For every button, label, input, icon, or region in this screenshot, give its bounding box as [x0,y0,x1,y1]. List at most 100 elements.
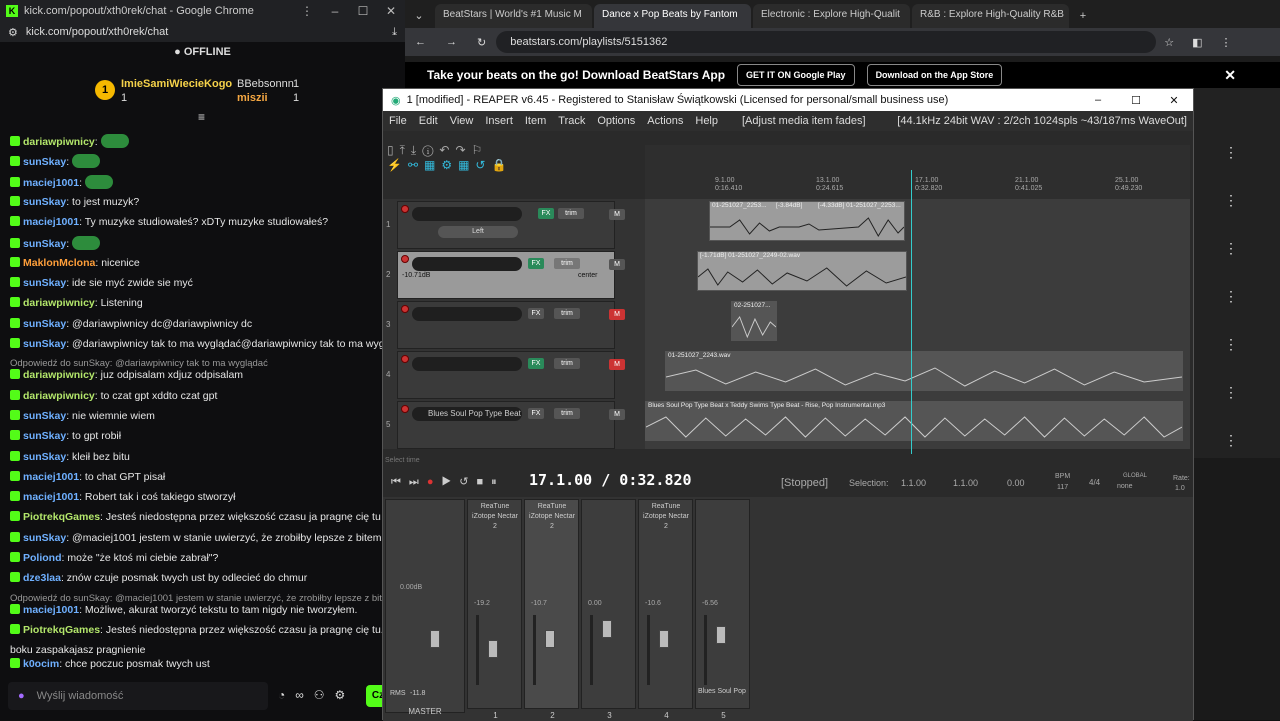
mixer-strip-2[interactable]: ReaTune iZotope Nectar 2 -10.7 2 [524,499,579,720]
master-fader[interactable] [430,630,440,648]
record-arm-icon[interactable] [401,255,409,263]
track-name[interactable] [412,207,522,221]
close-icon[interactable]: ✕ [377,4,405,18]
new-tab-icon[interactable]: + [1069,4,1097,28]
transport-controls[interactable]: ⏮⏭●▶↺■⏸ [391,475,505,489]
reaper-minimize-icon[interactable]: – [1079,94,1117,106]
reaper-close-icon[interactable]: ✕ [1155,94,1193,107]
chat-username[interactable]: PiotrekqGames [23,624,100,636]
forward-icon[interactable]: → [446,36,457,48]
mute-solo-column[interactable]: M M M M M [609,201,625,447]
chat-username[interactable]: sunSkay [23,318,66,330]
mixer-strip-5[interactable]: -6.56 Blues Soul Pop 5 [695,499,750,720]
chat-tools-icons[interactable]: ◔∞⚇⚙ [278,688,355,702]
menu-help[interactable]: Help [695,115,718,127]
fx-button[interactable]: FX [528,358,544,369]
menu-view[interactable]: View [450,115,474,127]
chat-username[interactable]: sunSkay [23,430,66,442]
mixer-strip-1[interactable]: ReaTune iZotope Nectar 2 -19.2 1 [467,499,522,720]
volume-fader[interactable] [716,626,726,644]
google-play-button[interactable]: GET IT ON Google Play [737,64,855,86]
fx-chain[interactable]: ReaTune iZotope Nectar 2 [527,502,577,532]
record-arm-icon[interactable] [401,355,409,363]
record-arm-icon[interactable] [401,305,409,313]
track-name[interactable] [412,257,522,271]
menu-item[interactable]: Item [525,115,546,127]
chat-username[interactable]: maciej1001 [23,604,79,616]
chat-username[interactable]: PiotrekqGames [23,511,100,523]
fx-button[interactable]: FX [528,408,544,419]
time-signature[interactable]: 4/4 [1089,478,1100,487]
more-options-icon[interactable]: ⋮ [1224,192,1238,209]
selection-length[interactable]: 0.00 [1007,478,1025,488]
bookmark-star-icon[interactable]: ☆ [1164,36,1174,49]
site-settings-icon[interactable]: ⚙ [8,26,18,39]
more-options-icon[interactable]: ⋮ [1224,240,1238,257]
profile-menu-icon[interactable]: ⋮ [1221,36,1232,49]
download-icon[interactable]: ⤓ [392,26,397,39]
leader-3-name[interactable]: miszii [237,92,268,104]
chat-username[interactable]: k0ocim [23,658,59,670]
chat-username[interactable]: Poliond [23,552,62,564]
timeline-ruler[interactable]: 9.1.00 0:16.410 13.1.00 0:24.615 17.1.00 0:… [645,145,1190,199]
more-options-icon[interactable]: ⋮ [1224,432,1238,449]
record-arm-icon[interactable] [401,405,409,413]
trim-button[interactable]: trim [554,358,580,369]
chat-username[interactable]: maciej1001 [23,471,79,483]
selection-end[interactable]: 1.1.00 [953,478,978,488]
chat-username[interactable]: sunSkay [23,410,66,422]
menu-insert[interactable]: Insert [485,115,513,127]
chat-username[interactable]: sunSkay [23,196,66,208]
fx-button[interactable]: FX [528,258,544,269]
leader-2-name[interactable]: BBebsonnn [237,78,294,90]
track-2[interactable]: 2 -10.71dB center FX trim [386,251,615,299]
bpm-value[interactable]: 117 [1057,484,1068,491]
mute-button[interactable]: M [609,409,625,420]
fx-button[interactable]: FX [528,308,544,319]
chat-username[interactable]: dariawpiwnicy [23,369,95,381]
collapse-icon[interactable]: ≡ [198,110,205,124]
pan-control[interactable]: Left [438,226,518,238]
media-item[interactable]: Blues Soul Pop Type Beat x Teddy Swims T… [645,401,1183,441]
media-item[interactable]: 01-251027_2253... [-3.84dB] [-4.33dB] 01… [709,201,905,241]
menu-file[interactable]: File [389,115,407,127]
fx-button[interactable]: FX [538,208,554,219]
more-icon[interactable]: ⋮ [293,4,321,18]
chat-input[interactable]: ● Wyślij wiadomość [8,682,268,710]
track-name[interactable] [412,357,522,371]
chat-username[interactable]: MaklonMclona [23,257,95,269]
trim-button[interactable]: trim [558,208,584,219]
media-item[interactable]: 02-251027... [731,301,777,341]
chat-username[interactable]: sunSkay [23,277,66,289]
mixer-strip-4[interactable]: ReaTune iZotope Nectar 2 -10.6 4 [638,499,693,720]
menu-actions[interactable]: Actions [647,115,683,127]
tab-beatstars[interactable]: BeatStars | World's #1 Music M [435,4,592,28]
chat-username[interactable]: sunSkay [23,338,66,350]
chat-username[interactable]: sunSkay [23,238,66,250]
rate-value[interactable]: 1.0 [1175,485,1185,492]
promo-close-icon[interactable]: ✕ [1224,67,1236,84]
track-3[interactable]: 3 FX trim [386,301,615,349]
reaper-maximize-icon[interactable]: ☐ [1117,94,1155,107]
app-store-button[interactable]: Download on the App Store [866,64,1003,86]
toolbar-icons[interactable]: ▯⤒⤓ⓘ↶↷⚐ ⚡⚯▦⚙▦↺🔒 [387,143,527,183]
minimize-icon[interactable]: – [321,4,349,18]
maximize-icon[interactable]: ☐ [349,4,377,18]
menu-track[interactable]: Track [558,115,585,127]
track-name[interactable]: Blues Soul Pop Type Beat [412,407,522,421]
volume-fader[interactable] [545,630,555,648]
trim-button[interactable]: trim [554,258,580,269]
mute-button[interactable]: M [609,209,625,220]
more-options-icon[interactable]: ⋮ [1224,384,1238,401]
mute-button[interactable]: M [609,309,625,320]
record-arm-icon[interactable] [401,205,409,213]
left-address-bar[interactable]: ⚙ kick.com/popout/xth0rek/chat ⤓ [0,22,405,42]
reload-icon[interactable]: ↻ [477,36,486,49]
tab-dance-pop[interactable]: Dance x Pop Beats by Fantom [594,4,751,28]
volume-fader[interactable] [602,620,612,638]
media-item[interactable]: 01-251027_2243.wav [665,351,1183,391]
arrange-view[interactable]: 01-251027_2253... [-3.84dB] [-4.33dB] 01… [645,199,1190,449]
extensions-icon[interactable]: ◧ [1192,36,1202,49]
chat-username[interactable]: dariawpiwnicy [23,136,95,148]
chat-username[interactable]: sunSkay [23,156,66,168]
